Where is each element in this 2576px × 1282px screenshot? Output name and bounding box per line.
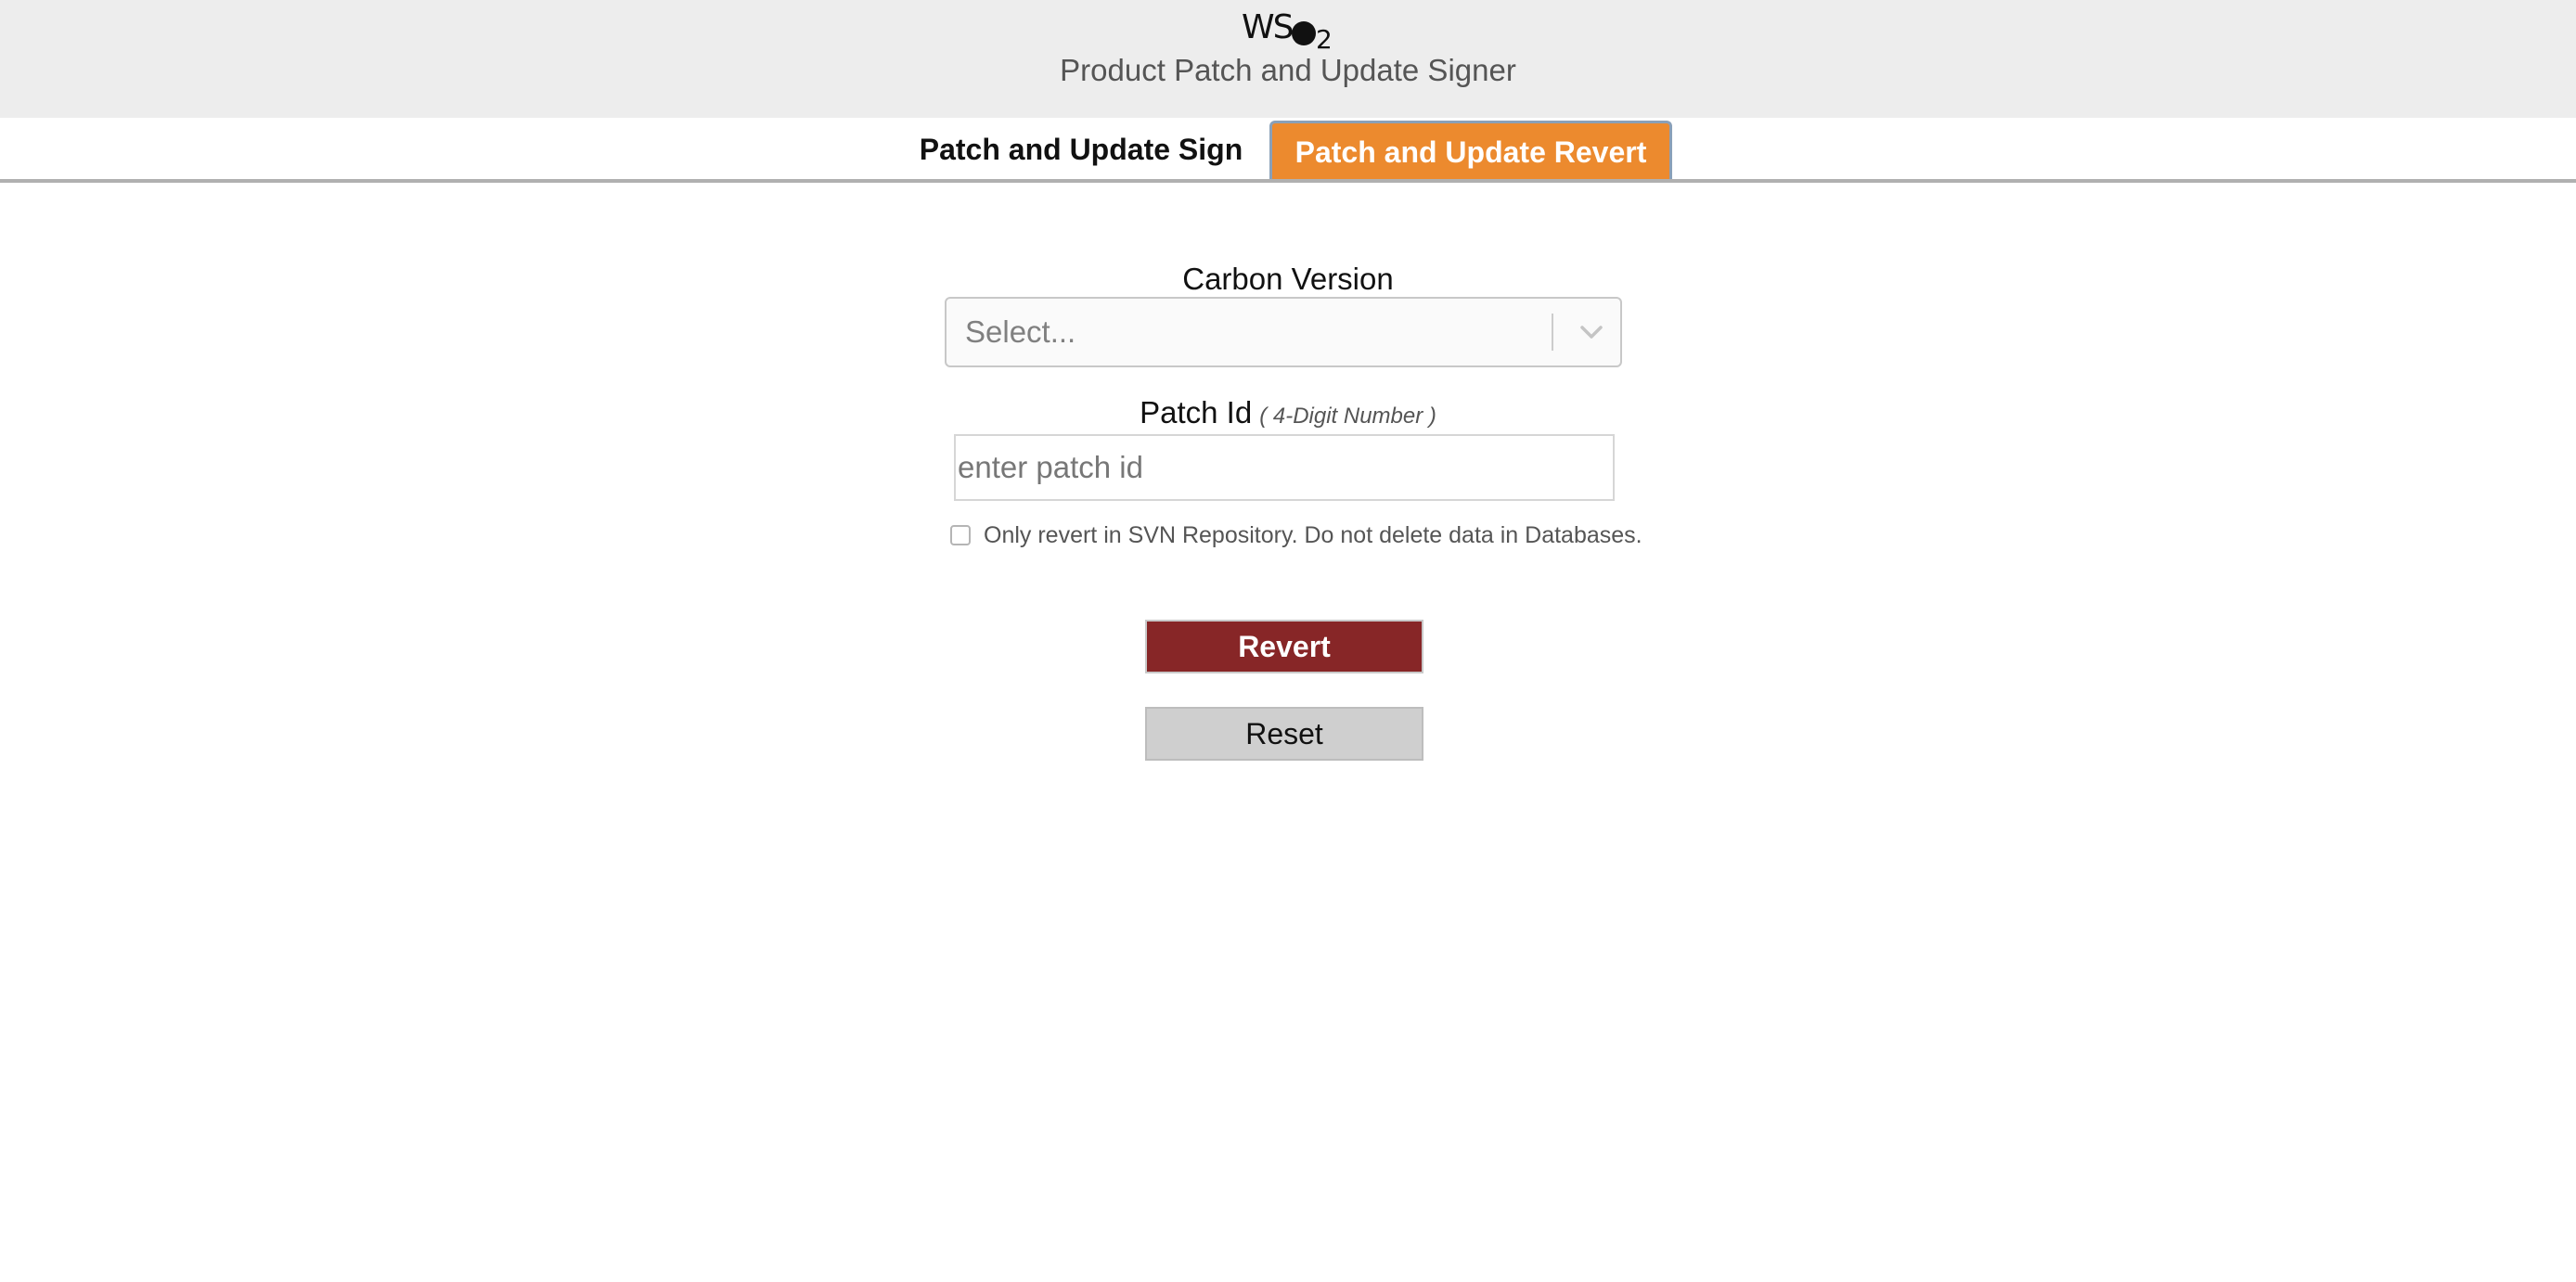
app-header: WS 2 Product Patch and Update Signer [0,0,2576,118]
revert-button[interactable]: Revert [1145,620,1423,673]
svn-only-option[interactable]: Only revert in SVN Repository. Do not de… [950,521,1642,549]
patch-id-label: Patch Id [1140,395,1253,429]
carbon-version-select[interactable]: Select... [945,297,1622,367]
tab-bar: Patch and Update Sign Patch and Update R… [0,118,2576,183]
reset-button[interactable]: Reset [1145,707,1423,761]
carbon-version-label: Carbon Version [1182,262,1394,296]
patch-id-hint: ( 4-Digit Number ) [1259,404,1436,429]
svn-only-checkbox[interactable] [950,525,971,545]
tab-patch-and-update-revert[interactable]: Patch and Update Revert [1269,121,1672,179]
patch-id-input[interactable] [954,434,1615,501]
svn-only-label: Only revert in SVN Repository. Do not de… [984,522,1642,548]
patch-id-label-row: Patch Id( 4-Digit Number ) [0,393,2576,439]
carbon-version-placeholder: Select... [965,314,1076,349]
select-separator [1552,314,1553,351]
chevron-down-icon[interactable] [1574,314,1609,351]
wso2-logo: WS 2 [1242,8,1333,55]
app-title: Product Patch and Update Signer [1060,53,1516,87]
tab-patch-and-update-sign[interactable]: Patch and Update Sign [902,121,1260,179]
